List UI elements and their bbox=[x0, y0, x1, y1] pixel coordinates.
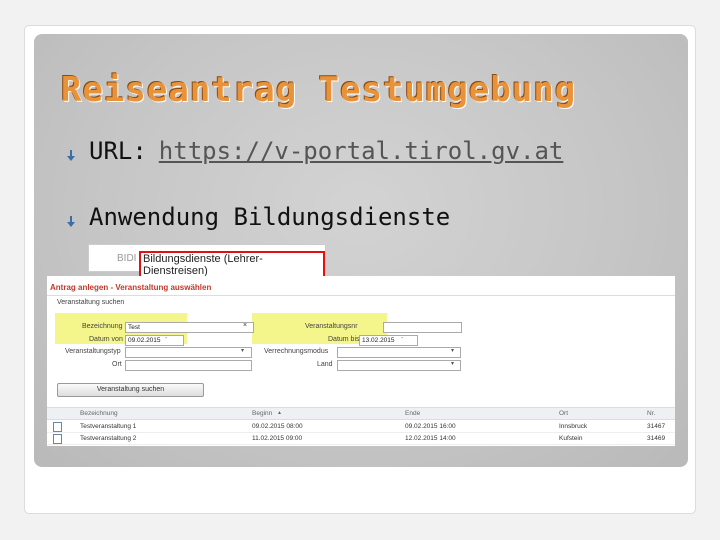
row-number: 31467 bbox=[647, 423, 666, 430]
divider bbox=[47, 295, 675, 296]
ort-label: Ort bbox=[112, 361, 122, 368]
row-location: Kufstein bbox=[559, 435, 583, 442]
application-label: Anwendung Bildungsdienste bbox=[89, 203, 451, 231]
row-name: Testveranstaltung 2 bbox=[80, 435, 137, 442]
form-heading: Antrag anlegen - Veranstaltung auswählen bbox=[50, 283, 212, 292]
land-label: Land bbox=[317, 361, 333, 368]
bezeichnung-label: Bezeichnung bbox=[82, 323, 123, 330]
veranstaltungstyp-label: Veranstaltungstyp bbox=[65, 348, 121, 355]
row-end: 12.02.2015 14:00 bbox=[405, 435, 456, 442]
row-begin: 09.02.2015 08:00 bbox=[252, 423, 303, 430]
application-select-screenshot: BIDI Bildungsdienste (Lehrer-Dienstreise… bbox=[88, 244, 326, 279]
arrow-bullet-icon bbox=[67, 150, 75, 161]
veranstaltungsnr-label: Veranstaltungsnr bbox=[305, 323, 358, 330]
ort-input[interactable] bbox=[125, 360, 252, 371]
land-select[interactable] bbox=[337, 360, 461, 371]
verrechnungsmodus-select[interactable] bbox=[337, 347, 461, 358]
table-row[interactable]: Testveranstaltung 1 09.02.2015 08:00 09.… bbox=[47, 421, 675, 433]
column-header[interactable]: Ort bbox=[559, 410, 568, 417]
chevron-down-icon[interactable]: ▾ bbox=[241, 347, 244, 354]
bullet-url: URL: https://v-portal.tirol.gv.at bbox=[66, 137, 563, 165]
selected-application-option[interactable]: Bildungsdienste (Lehrer-Dienstreisen) bbox=[139, 251, 325, 279]
bullet-application: Anwendung Bildungsdienste bbox=[66, 203, 450, 231]
column-header[interactable]: Bezeichnung bbox=[80, 410, 118, 417]
calendar-dropdown-icon[interactable]: - bbox=[401, 335, 403, 342]
document-icon[interactable] bbox=[53, 434, 62, 444]
search-form-screenshot: Antrag anlegen - Veranstaltung auswählen… bbox=[47, 276, 675, 446]
verrechnungsmodus-label: Verrechnungsmodus bbox=[264, 348, 329, 355]
column-header[interactable]: Beginn bbox=[252, 410, 272, 417]
datum-bis-label: Datum bis bbox=[328, 336, 360, 343]
results-table-header: Bezeichnung Beginn ▲ Ende Ort Nr. bbox=[47, 407, 675, 420]
row-name: Testveranstaltung 1 bbox=[80, 423, 137, 430]
select-prefix: BIDI bbox=[117, 253, 137, 264]
arrow-bullet-icon bbox=[67, 216, 75, 227]
table-row[interactable]: Testveranstaltung 2 11.02.2015 09:00 12.… bbox=[47, 433, 675, 445]
clear-icon[interactable]: × bbox=[243, 322, 247, 329]
datum-von-label: Datum von bbox=[89, 336, 123, 343]
url-label: URL: bbox=[89, 137, 147, 165]
chevron-down-icon[interactable]: ▾ bbox=[451, 360, 454, 367]
veranstaltungstyp-select[interactable] bbox=[125, 347, 252, 358]
row-begin: 11.02.2015 09:00 bbox=[252, 435, 303, 442]
document-icon[interactable] bbox=[53, 422, 62, 432]
portal-link[interactable]: https://v-portal.tirol.gv.at bbox=[159, 137, 564, 165]
column-header[interactable]: Ende bbox=[405, 410, 420, 417]
column-header[interactable]: Nr. bbox=[647, 410, 655, 417]
veranstaltungsnr-input[interactable] bbox=[383, 322, 462, 333]
row-location: Innsbruck bbox=[559, 423, 588, 430]
sort-ascending-icon[interactable]: ▲ bbox=[277, 410, 282, 416]
slide-title: Reiseantrag Testumgebung bbox=[61, 70, 577, 110]
datum-von-input[interactable]: 09.02.2015 bbox=[125, 335, 184, 346]
bezeichnung-input[interactable]: Test bbox=[125, 322, 254, 333]
row-number: 31469 bbox=[647, 435, 666, 442]
datum-bis-input[interactable]: 13.02.2015 bbox=[359, 335, 418, 346]
chevron-down-icon[interactable]: ▾ bbox=[451, 347, 454, 354]
calendar-dropdown-icon[interactable]: - bbox=[165, 335, 167, 342]
section-title: Veranstaltung suchen bbox=[57, 299, 125, 306]
row-end: 09.02.2015 16:00 bbox=[405, 423, 456, 430]
search-button[interactable]: Veranstaltung suchen bbox=[57, 383, 204, 397]
